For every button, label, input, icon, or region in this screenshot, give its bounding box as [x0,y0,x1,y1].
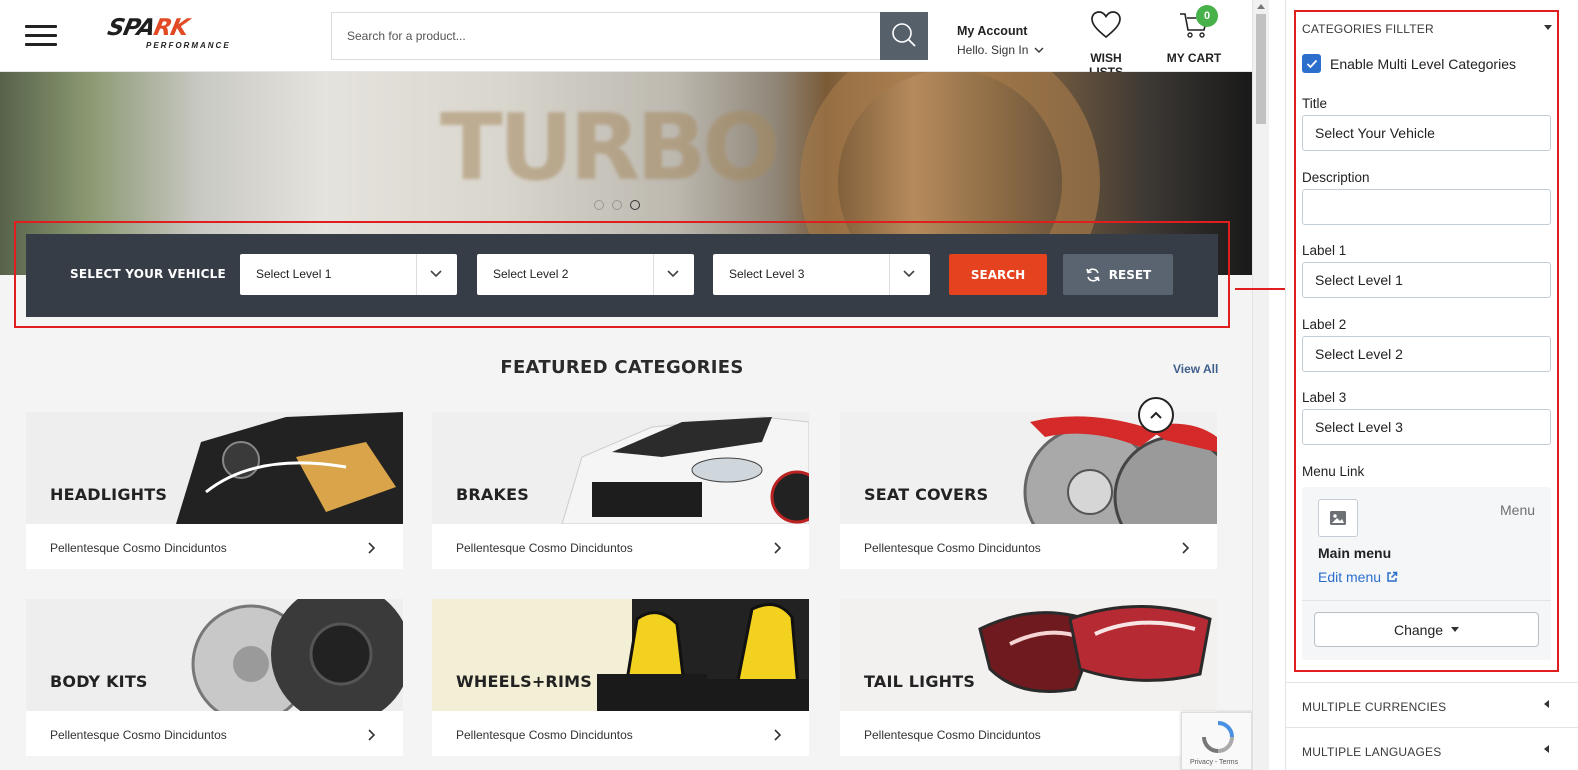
caret-left-icon [1544,700,1549,708]
chevron-up-icon [1150,411,1162,419]
logo-text-b: RK [151,15,191,41]
section-title: MULTIPLE LANGUAGES [1302,745,1442,759]
search-button[interactable] [880,12,928,60]
category-image [432,412,809,524]
category-image [432,599,809,711]
search-bar [331,12,928,60]
category-image [840,599,1217,711]
category-desc: Pellentesque Cosmo Dinciduntos [864,541,1041,555]
category-card-seat-covers[interactable]: SEAT COVERS Pellentesque Cosmo Dincidunt… [840,412,1217,569]
back-to-top-button[interactable] [1138,397,1174,433]
change-menu-button[interactable]: Change [1314,612,1539,647]
category-name: BRAKES [456,485,529,504]
chevron-right-icon [774,729,782,741]
section-title: MULTIPLE CURRENCIES [1302,700,1447,714]
menu-icon[interactable] [25,25,57,47]
category-desc: Pellentesque Cosmo Dinciduntos [50,541,227,555]
store-preview: SPARK PERFORMANCE My Account Hello. Sign… [0,0,1252,770]
label3-input[interactable] [1302,409,1551,445]
carousel-dot-active[interactable] [630,200,640,210]
caret-down-icon [1451,627,1460,632]
search-input[interactable] [331,12,880,60]
label2-label: Label 2 [1302,317,1347,332]
change-label: Change [1393,621,1444,638]
category-image [26,412,403,524]
category-name: HEADLIGHTS [50,485,168,504]
heart-icon [1091,11,1121,39]
checkmark-icon [1306,59,1317,68]
external-link-icon [1387,571,1398,582]
cart-count-badge: 0 [1196,5,1218,27]
chevron-right-icon [1182,542,1190,554]
checkbox-checked[interactable] [1302,54,1321,73]
image-placeholder-icon [1318,499,1358,537]
title-label: Title [1302,96,1328,111]
section-title[interactable]: CATEGORIES FILLTER [1302,22,1434,36]
section-multiple-currencies[interactable]: MULTIPLE CURRENCIES [1286,682,1578,727]
app-root: SPARK PERFORMANCE My Account Hello. Sign… [0,0,1578,770]
cart-link[interactable]: 0 MY CART [1165,5,1223,65]
category-card-tail-lights[interactable]: TAIL LIGHTS Pellentesque Cosmo Dincidunt… [840,599,1217,756]
hero-text: TURBO [440,94,781,201]
carousel-dot[interactable] [594,200,604,210]
scrollbar-thumb[interactable] [1256,14,1266,124]
category-name: SEAT COVERS [864,485,989,504]
description-label: Description [1302,170,1370,185]
checkbox-label: Enable Multi Level Categories [1330,55,1516,72]
view-all-link[interactable]: View All [1173,362,1218,376]
description-input[interactable] [1302,189,1551,225]
category-name: WHEELS+RIMS [456,672,592,691]
category-desc: Pellentesque Cosmo Dinciduntos [456,541,633,555]
edit-menu-link[interactable]: Edit menu [1318,569,1398,585]
category-card-brakes[interactable]: BRAKES Pellentesque Cosmo Dinciduntos [432,412,809,569]
section-multiple-languages[interactable]: MULTIPLE LANGUAGES [1286,727,1578,770]
category-desc: Pellentesque Cosmo Dinciduntos [864,728,1041,742]
edit-menu-text: Edit menu [1318,569,1382,585]
label3-label: Label 3 [1302,390,1347,405]
account-title: My Account [957,24,1028,38]
caret-down-icon[interactable] [1544,25,1552,30]
search-icon [892,23,916,47]
carousel-dot[interactable] [612,200,622,210]
label1-label: Label 1 [1302,243,1347,258]
category-desc: Pellentesque Cosmo Dinciduntos [50,728,227,742]
category-card-headlights[interactable]: HEADLIGHTS Pellentesque Cosmo Dincidunto… [26,412,403,569]
account-menu[interactable]: My Account Hello. Sign In [957,24,1044,57]
chevron-down-icon [1034,47,1044,53]
recaptcha-badge[interactable]: Privacy - Terms [1181,712,1252,770]
preview-scrollbar[interactable] [1252,0,1269,770]
cart-label: MY CART [1166,51,1222,65]
carousel-dots [594,200,640,210]
category-card-body-kits[interactable]: BODY KITS Pellentesque Cosmo Dinciduntos [26,599,403,756]
category-desc: Pellentesque Cosmo Dinciduntos [456,728,633,742]
chevron-right-icon [368,542,376,554]
highlight-box [14,221,1230,328]
account-sub: Hello. Sign In [957,43,1029,57]
caret-left-icon [1544,745,1549,753]
category-name: TAIL LIGHTS [864,672,976,691]
menu-name: Main menu [1318,545,1392,561]
menu-tag: Menu [1500,502,1536,518]
logo-sub: PERFORMANCE [146,41,231,50]
chevron-right-icon [774,542,782,554]
recaptcha-icon [1202,721,1234,753]
category-name: BODY KITS [50,672,148,691]
wish-lists-link[interactable]: WISH LISTS [1072,10,1140,79]
label2-input[interactable] [1302,336,1551,372]
category-image [26,599,403,711]
label1-input[interactable] [1302,262,1551,298]
enable-multilevel-checkbox[interactable]: Enable Multi Level Categories [1302,54,1516,73]
title-input[interactable] [1302,115,1551,151]
settings-sidebar: CATEGORIES FILLTER Enable Multi Level Ca… [1285,0,1578,770]
menu-link-card: Menu Main menu Edit menu Change [1302,487,1551,660]
category-card-wheels-rims[interactable]: WHEELS+RIMS Pellentesque Cosmo Dincidunt… [432,599,809,756]
recaptcha-text[interactable]: Privacy - Terms [1190,759,1238,766]
chevron-right-icon [368,729,376,741]
divider [1269,0,1285,770]
logo-text-a: SPA [105,15,157,41]
menu-link-label: Menu Link [1302,464,1365,479]
featured-title: FEATURED CATEGORIES [500,357,744,378]
store-header: SPARK PERFORMANCE My Account Hello. Sign… [0,0,1252,79]
logo[interactable]: SPARK PERFORMANCE [105,15,268,56]
